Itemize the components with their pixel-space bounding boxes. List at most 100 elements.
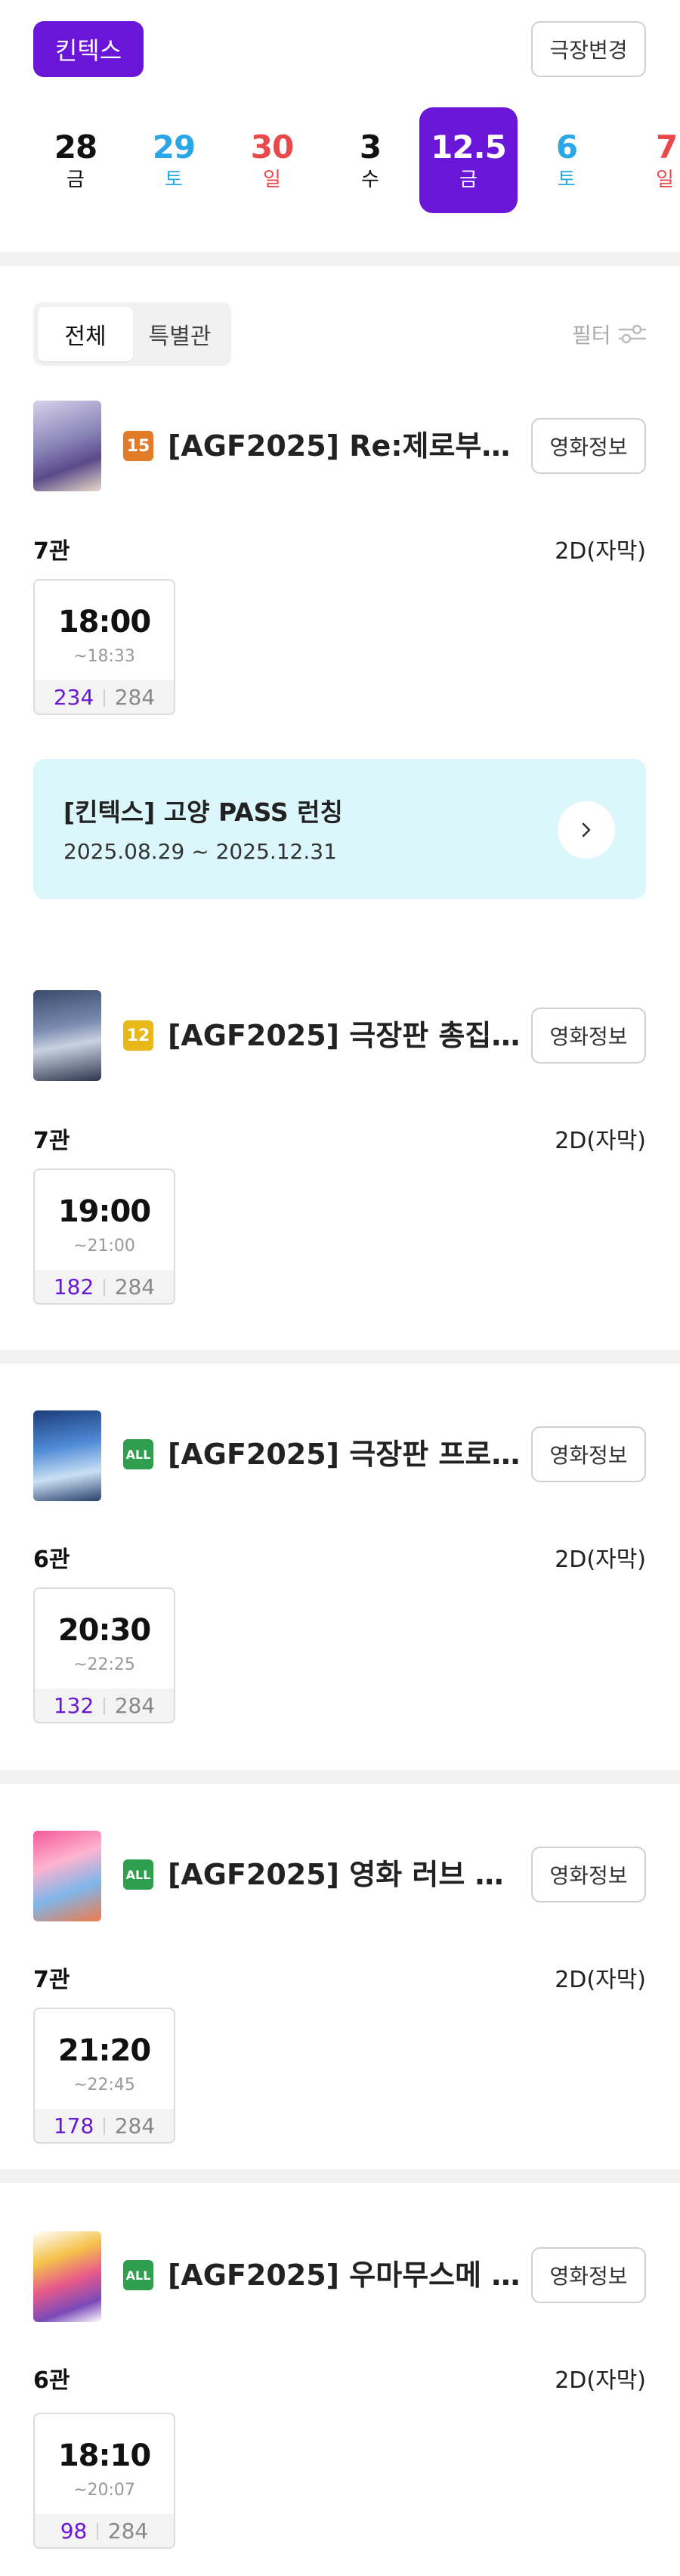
filter-label: 필터 (572, 323, 611, 348)
date-number: 3 (359, 128, 382, 166)
tab-all[interactable]: 전체 (38, 307, 133, 361)
seats-total: 284 (107, 2518, 149, 2543)
seat-separator: | (101, 2116, 107, 2135)
hall-label: 6관 (33, 1547, 70, 1573)
seats-available: 98 (60, 2518, 88, 2543)
promo-period: 2025.08.29 ~ 2025.12.31 (63, 839, 337, 864)
seats-total: 284 (114, 2113, 156, 2138)
promo-title: [킨텍스] 고양 PASS 런칭 (63, 797, 343, 827)
movie-info-button[interactable]: 영화정보 (531, 1008, 646, 1064)
section-divider (0, 2169, 680, 2183)
rating-badge: ALL (123, 2260, 153, 2290)
date-item[interactable]: 30 일 (223, 107, 321, 213)
date-item[interactable]: 3 수 (321, 107, 419, 213)
hall-label: 7관 (33, 1967, 70, 1993)
showtime-start: 20:30 (57, 1613, 151, 1648)
date-weekday: 일 (263, 169, 281, 191)
movie-info-button[interactable]: 영화정보 (531, 1426, 646, 1482)
date-item[interactable]: 6 토 (518, 107, 616, 213)
format-label: 2D(자막) (555, 538, 646, 565)
showtime-end: ~20:07 (73, 2481, 135, 2500)
promo-arrow-button[interactable] (558, 801, 615, 859)
date-number: 6 (555, 128, 578, 166)
section-divider (0, 1770, 680, 1784)
showtime-card[interactable]: 19:00 ~21:00 182 | 284 (33, 1169, 175, 1305)
showtime-card[interactable]: 21:20 ~22:45 178 | 284 (33, 2008, 175, 2144)
showtime-end: ~21:00 (73, 1237, 135, 1255)
seats-available: 132 (53, 1692, 94, 1718)
tab-group: 전체 특별관 (33, 302, 231, 366)
date-weekday: 금 (459, 169, 478, 191)
hall-label: 7관 (33, 538, 70, 565)
movie-poster[interactable] (33, 1410, 101, 1501)
showtime-end: ~22:25 (73, 1655, 135, 1674)
format-label: 2D(자막) (555, 1128, 646, 1154)
movie-info-button[interactable]: 영화정보 (531, 2247, 646, 2303)
showtime-end: ~18:33 (73, 647, 135, 666)
date-weekday: 토 (558, 169, 576, 191)
date-weekday: 일 (656, 169, 674, 191)
format-label: 2D(자막) (555, 2367, 646, 2394)
showtime-end: ~22:45 (73, 2076, 135, 2095)
movie-poster[interactable] (33, 401, 101, 491)
format-label: 2D(자막) (555, 1547, 646, 1573)
format-label: 2D(자막) (555, 1967, 646, 1993)
date-number: 29 (152, 128, 196, 166)
movie-poster[interactable] (33, 990, 101, 1081)
seats-total: 284 (114, 1274, 156, 1299)
movie-title[interactable]: [AGF2025] 우마무스메 프리티 더비 (168, 2257, 523, 2293)
showtime-start: 19:00 (57, 1194, 151, 1229)
date-item[interactable]: 29 토 (125, 107, 223, 213)
showtime-start: 18:00 (57, 605, 151, 639)
section-divider (0, 252, 680, 266)
movie-poster[interactable] (33, 1831, 101, 1921)
movie-title[interactable]: [AGF2025] 영화 러브 라이브 (168, 1856, 523, 1893)
seat-count: 234 | 284 (35, 680, 174, 714)
date-item-selected[interactable]: 12.5 금 (419, 107, 518, 213)
theater-badge[interactable]: 킨텍스 (33, 21, 144, 77)
showtime-start: 21:20 (57, 2033, 151, 2068)
seats-available: 234 (53, 684, 94, 710)
seats-total: 284 (114, 684, 156, 710)
tab-special[interactable]: 특별관 (133, 307, 227, 361)
date-number: 30 (250, 128, 294, 166)
hall-label: 6관 (33, 2367, 70, 2394)
chevron-right-icon (582, 822, 591, 838)
date-weekday: 수 (361, 169, 379, 191)
showtime-card[interactable]: 20:30 ~22:25 132 | 284 (33, 1587, 175, 1723)
date-item[interactable]: 28 금 (26, 107, 125, 213)
showtime-card[interactable]: 18:10 ~20:07 98 | 284 (33, 2413, 175, 2549)
rating-badge: ALL (123, 1439, 153, 1469)
showtime-start: 18:10 (57, 2438, 151, 2473)
seat-separator: | (101, 1695, 107, 1715)
seat-count: 182 | 284 (35, 1270, 174, 1303)
movie-info-button[interactable]: 영화정보 (531, 418, 646, 474)
change-theater-button[interactable]: 극장변경 (531, 21, 646, 77)
seats-available: 178 (53, 2113, 94, 2138)
seat-count: 178 | 284 (35, 2109, 174, 2142)
rating-badge: 15 (123, 431, 153, 461)
movie-title[interactable]: [AGF2025] 극장판 총집편 작품 (168, 1017, 523, 1054)
movie-info-button[interactable]: 영화정보 (531, 1847, 646, 1903)
movie-title[interactable]: [AGF2025] Re:제로부터 시작하는 이세계 생활 (168, 428, 523, 464)
date-number: 12.5 (431, 128, 507, 166)
seat-separator: | (94, 2521, 100, 2540)
seat-separator: | (101, 1277, 107, 1296)
promo-banner[interactable]: [킨텍스] 고양 PASS 런칭 2025.08.29 ~ 2025.12.31 (33, 759, 646, 899)
date-weekday: 토 (165, 169, 183, 191)
filter-button[interactable]: 필터 (572, 317, 648, 351)
hall-label: 7관 (33, 1128, 70, 1154)
date-item[interactable]: 7 일 (616, 107, 680, 213)
showtime-card[interactable]: 18:00 ~18:33 234 | 284 (33, 579, 175, 715)
seats-total: 284 (114, 1692, 156, 1718)
seat-count: 98 | 284 (35, 2514, 174, 2547)
date-number: 28 (54, 128, 97, 166)
section-divider (0, 1350, 680, 1364)
movie-title[interactable]: [AGF2025] 극장판 프로젝트 작품 (168, 1436, 523, 1472)
seat-separator: | (101, 687, 107, 707)
rating-badge: 12 (123, 1020, 153, 1051)
date-weekday: 금 (66, 169, 85, 191)
seats-available: 182 (53, 1274, 94, 1299)
movie-poster[interactable] (33, 2231, 101, 2322)
rating-badge: ALL (123, 1859, 153, 1890)
